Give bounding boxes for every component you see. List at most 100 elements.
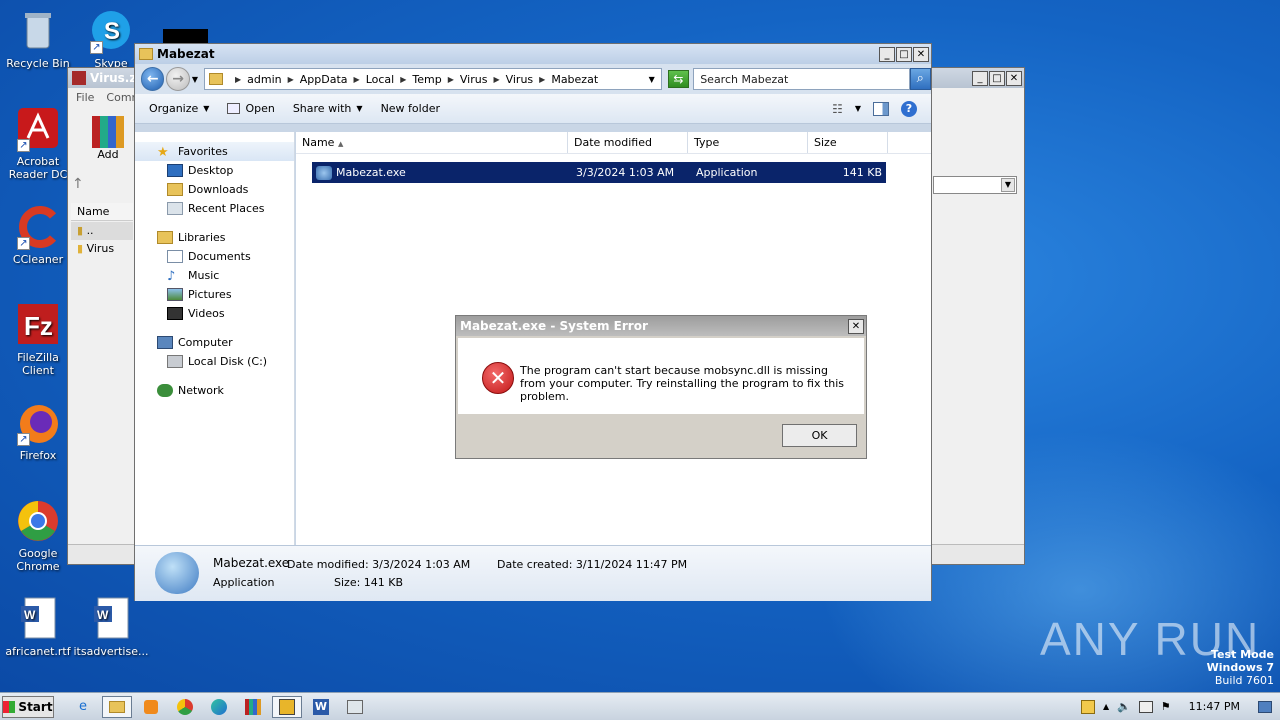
list-item[interactable]: ▮ .. <box>71 222 133 240</box>
ie-icon[interactable]: e <box>68 696 98 718</box>
nav-label: Libraries <box>178 231 226 244</box>
open-button[interactable]: Open <box>227 102 275 115</box>
system-error-dialog[interactable]: Mabezat.exe - System Error ✕ ✕ The progr… <box>455 315 867 459</box>
col-header-type[interactable]: Type <box>688 132 808 153</box>
desktop-icon-itsadvertise[interactable]: W itsadvertise... <box>73 596 149 658</box>
breadcrumb-sep-icon: ▶ <box>287 74 294 84</box>
ok-button[interactable]: OK <box>782 424 857 447</box>
nav-favorites[interactable]: ★ Favorites <box>135 142 294 161</box>
close-button[interactable]: ✕ <box>848 318 864 334</box>
table-row[interactable]: Mabezat.exe 3/3/2024 1:03 AM Application… <box>312 162 886 183</box>
nav-local-disk[interactable]: Local Disk (C:) <box>135 352 294 371</box>
edge-icon[interactable] <box>204 696 234 718</box>
col-header-date[interactable]: Date modified <box>568 132 688 153</box>
nav-network[interactable]: Network <box>135 381 294 400</box>
desktop-icon-filezilla[interactable]: Fz FileZilla Client <box>0 302 76 377</box>
disk-icon <box>167 355 183 368</box>
breadcrumb-item-admin[interactable]: admin <box>247 73 281 86</box>
nav-pictures[interactable]: Pictures <box>135 285 294 304</box>
desktop-icon-acrobat[interactable]: ↗ Acrobat Reader DC <box>0 106 76 181</box>
organize-button[interactable]: Organize ▼ <box>149 102 209 115</box>
address-dropdown-icon[interactable]: ▼ <box>649 75 655 84</box>
explorer-taskbar-icon[interactable] <box>102 695 132 718</box>
app-taskbar-icon[interactable] <box>340 696 370 718</box>
help-icon[interactable]: ? <box>901 100 917 117</box>
breadcrumb-item-virus[interactable]: Virus <box>460 73 488 86</box>
network-tray-icon[interactable] <box>1138 700 1153 713</box>
chrome-taskbar-icon[interactable] <box>170 696 200 718</box>
word-taskbar-icon[interactable]: W <box>306 696 336 718</box>
search-input[interactable]: Search Mabezat <box>693 68 910 90</box>
recent-pages-chevron-icon[interactable]: ▼ <box>192 75 198 84</box>
explorer-titlebar[interactable]: Mabezat _ □ ✕ <box>135 44 931 64</box>
close-button[interactable]: ✕ <box>1006 70 1022 86</box>
chevron-down-icon[interactable]: ▼ <box>855 104 861 113</box>
share-with-button[interactable]: Share with ▼ <box>293 102 363 115</box>
dialog-titlebar[interactable]: Mabezat.exe - System Error ✕ <box>456 316 866 336</box>
menu-file[interactable]: File <box>76 91 94 104</box>
tray-expand-icon[interactable]: ▲ <box>1103 702 1109 711</box>
build-line: Build 7601 <box>1214 674 1274 687</box>
search-icon[interactable]: ⌕ <box>909 68 931 90</box>
word-doc-icon: W <box>15 596 61 642</box>
details-date-created: Date created: 3/11/2024 11:47 PM <box>497 558 687 571</box>
back-button[interactable]: ← <box>141 67 165 91</box>
videos-icon <box>167 307 183 320</box>
desktop-icon-africanet[interactable]: W africanet.rtf <box>0 596 76 658</box>
desktop-icon-firefox[interactable]: ↗ Firefox <box>0 400 76 462</box>
refresh-button[interactable]: ⇆ <box>667 70 690 88</box>
clock[interactable]: 11:47 PM <box>1189 700 1240 713</box>
minimize-button[interactable]: _ <box>972 70 988 86</box>
nav-recent-places[interactable]: Recent Places <box>135 199 294 218</box>
zip-add-button[interactable]: Add <box>88 116 128 161</box>
media-player-icon[interactable] <box>136 696 166 718</box>
desktop-icon-ccleaner[interactable]: ↗ CCleaner <box>0 204 76 266</box>
col-label: Name <box>302 136 335 149</box>
minimize-button[interactable]: _ <box>879 46 895 62</box>
nav-desktop[interactable]: Desktop <box>135 161 294 180</box>
volume-icon[interactable]: 🔈 <box>1117 700 1131 713</box>
nav-music[interactable]: ♪ Music <box>135 266 294 285</box>
zip-path-combo[interactable]: ▼ <box>933 176 1017 194</box>
up-arrow-icon[interactable]: ↑ <box>72 176 132 196</box>
breadcrumb-item-local[interactable]: Local <box>366 73 395 86</box>
breadcrumb-item-mabezat[interactable]: Mabezat <box>551 73 598 86</box>
col-header-size[interactable]: Size <box>808 132 888 153</box>
shortcut-arrow-icon: ↗ <box>90 41 103 54</box>
security-alert-icon[interactable] <box>1080 699 1095 714</box>
add-label: Add <box>97 148 119 161</box>
close-button[interactable]: ✕ <box>913 46 929 62</box>
new-folder-button[interactable]: New folder <box>381 102 440 115</box>
pictures-icon <box>167 288 183 301</box>
address-box[interactable]: ▶ admin ▶ AppData ▶ Local ▶ Temp ▶ Virus… <box>204 68 662 90</box>
list-item[interactable]: ▮ Virus <box>71 240 133 258</box>
nav-label: Network <box>178 384 224 397</box>
desktop-icon-recycle-bin[interactable]: Recycle Bin <box>0 8 76 70</box>
start-button[interactable]: Start <box>2 695 54 718</box>
flag-icon[interactable]: ⚑ <box>1161 700 1171 713</box>
nav-videos[interactable]: Videos <box>135 304 294 323</box>
breadcrumb-item-appdata[interactable]: AppData <box>300 73 348 86</box>
mabezat-taskbar-icon[interactable] <box>272 695 302 718</box>
folder-icon: ▮ <box>77 224 84 237</box>
winrar-taskbar-icon[interactable] <box>238 696 268 718</box>
forward-button[interactable]: → <box>166 67 190 91</box>
word-doc-icon: W <box>88 596 134 642</box>
nav-libraries[interactable]: Libraries <box>135 228 294 247</box>
desktop-icon-chrome[interactable]: Google Chrome <box>0 498 76 573</box>
skype-icon: S ↗ <box>88 8 134 54</box>
breadcrumb-item-temp[interactable]: Temp <box>412 73 441 86</box>
maximize-button[interactable]: □ <box>896 46 912 62</box>
maximize-button[interactable]: □ <box>989 70 1005 86</box>
show-desktop-icon[interactable] <box>1258 700 1272 713</box>
col-header-name[interactable]: Name ▲ <box>296 132 568 153</box>
nav-documents[interactable]: Documents <box>135 247 294 266</box>
chevron-down-icon[interactable]: ▼ <box>1001 178 1015 192</box>
details-file-type: Application <box>213 576 275 589</box>
preview-pane-icon[interactable] <box>873 101 889 116</box>
breadcrumb-item-virus-2[interactable]: Virus <box>506 73 534 86</box>
nav-downloads[interactable]: Downloads <box>135 180 294 199</box>
zip-col-name[interactable]: Name <box>71 203 133 221</box>
view-options-icon[interactable]: ☷ <box>832 102 843 116</box>
nav-computer[interactable]: Computer <box>135 333 294 352</box>
